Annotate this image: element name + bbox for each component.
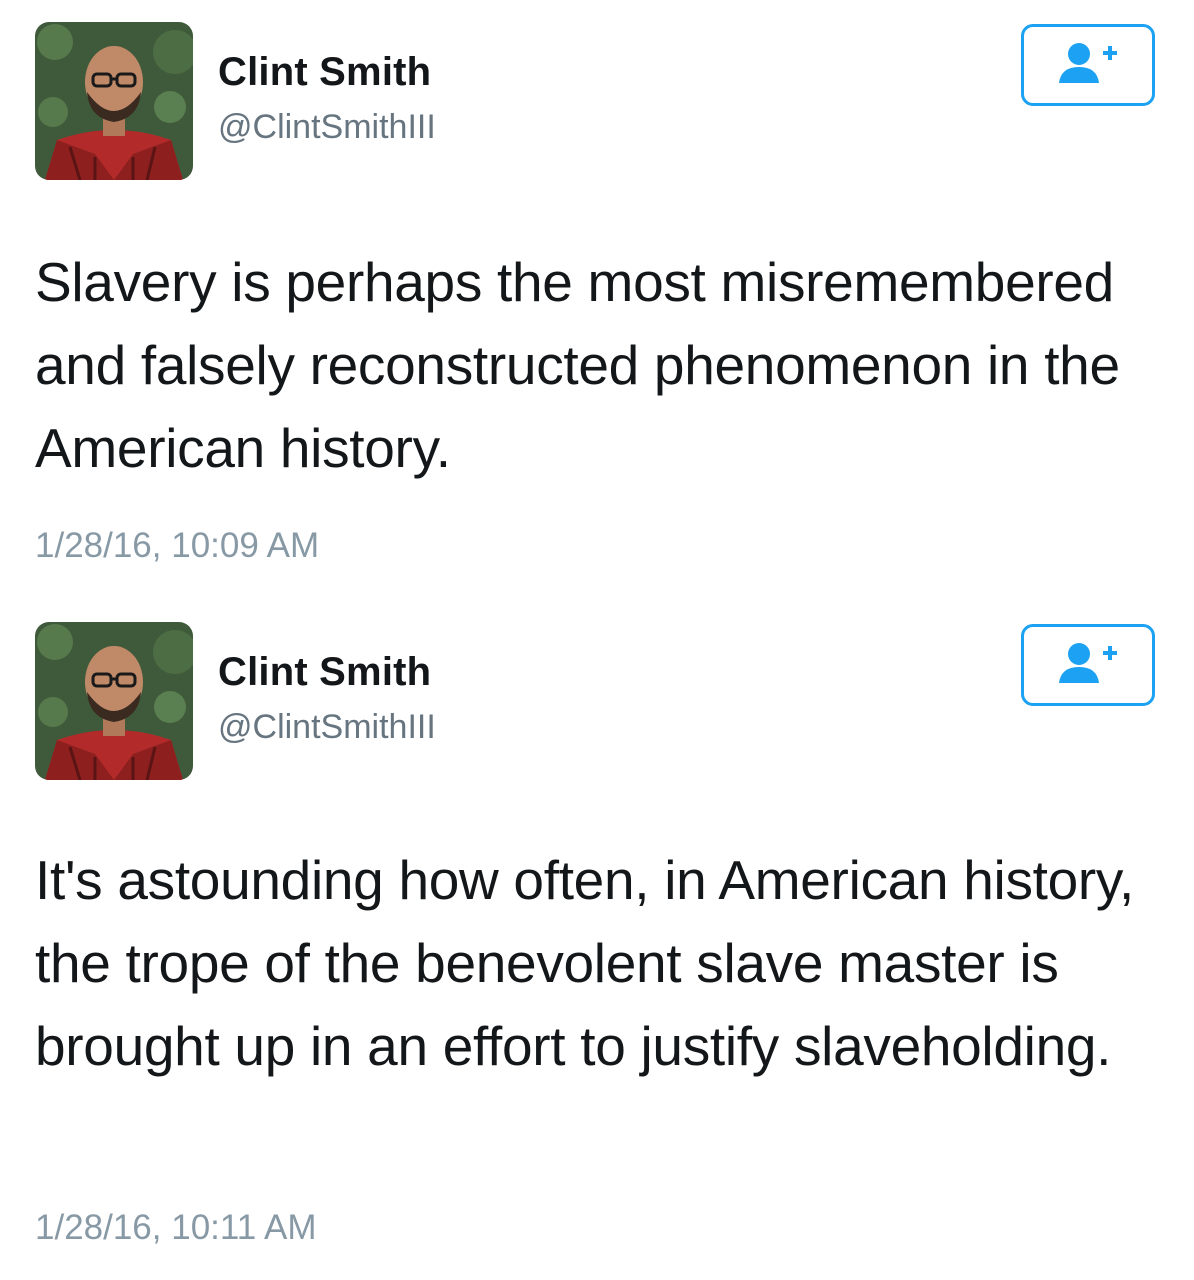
author-name[interactable]: Clint Smith bbox=[218, 650, 431, 695]
avatar[interactable] bbox=[35, 622, 193, 780]
tweet-text: Slavery is perhaps the most misremembere… bbox=[35, 251, 1120, 479]
follow-button[interactable] bbox=[1021, 24, 1155, 106]
tweet-timestamp[interactable]: 1/28/16, 10:09 AM bbox=[35, 526, 319, 566]
tweet-timestamp[interactable]: 1/28/16, 10:11 AM bbox=[35, 1208, 317, 1248]
follow-button[interactable] bbox=[1021, 624, 1155, 706]
add-user-icon bbox=[1057, 41, 1119, 90]
tweet-text: It's astounding how often, in American h… bbox=[35, 849, 1135, 1077]
author-handle[interactable]: @ClintSmithIII bbox=[218, 708, 436, 747]
add-user-icon bbox=[1057, 641, 1119, 690]
author-name[interactable]: Clint Smith bbox=[218, 50, 431, 95]
author-handle[interactable]: @ClintSmithIII bbox=[218, 108, 436, 147]
avatar[interactable] bbox=[35, 22, 193, 180]
